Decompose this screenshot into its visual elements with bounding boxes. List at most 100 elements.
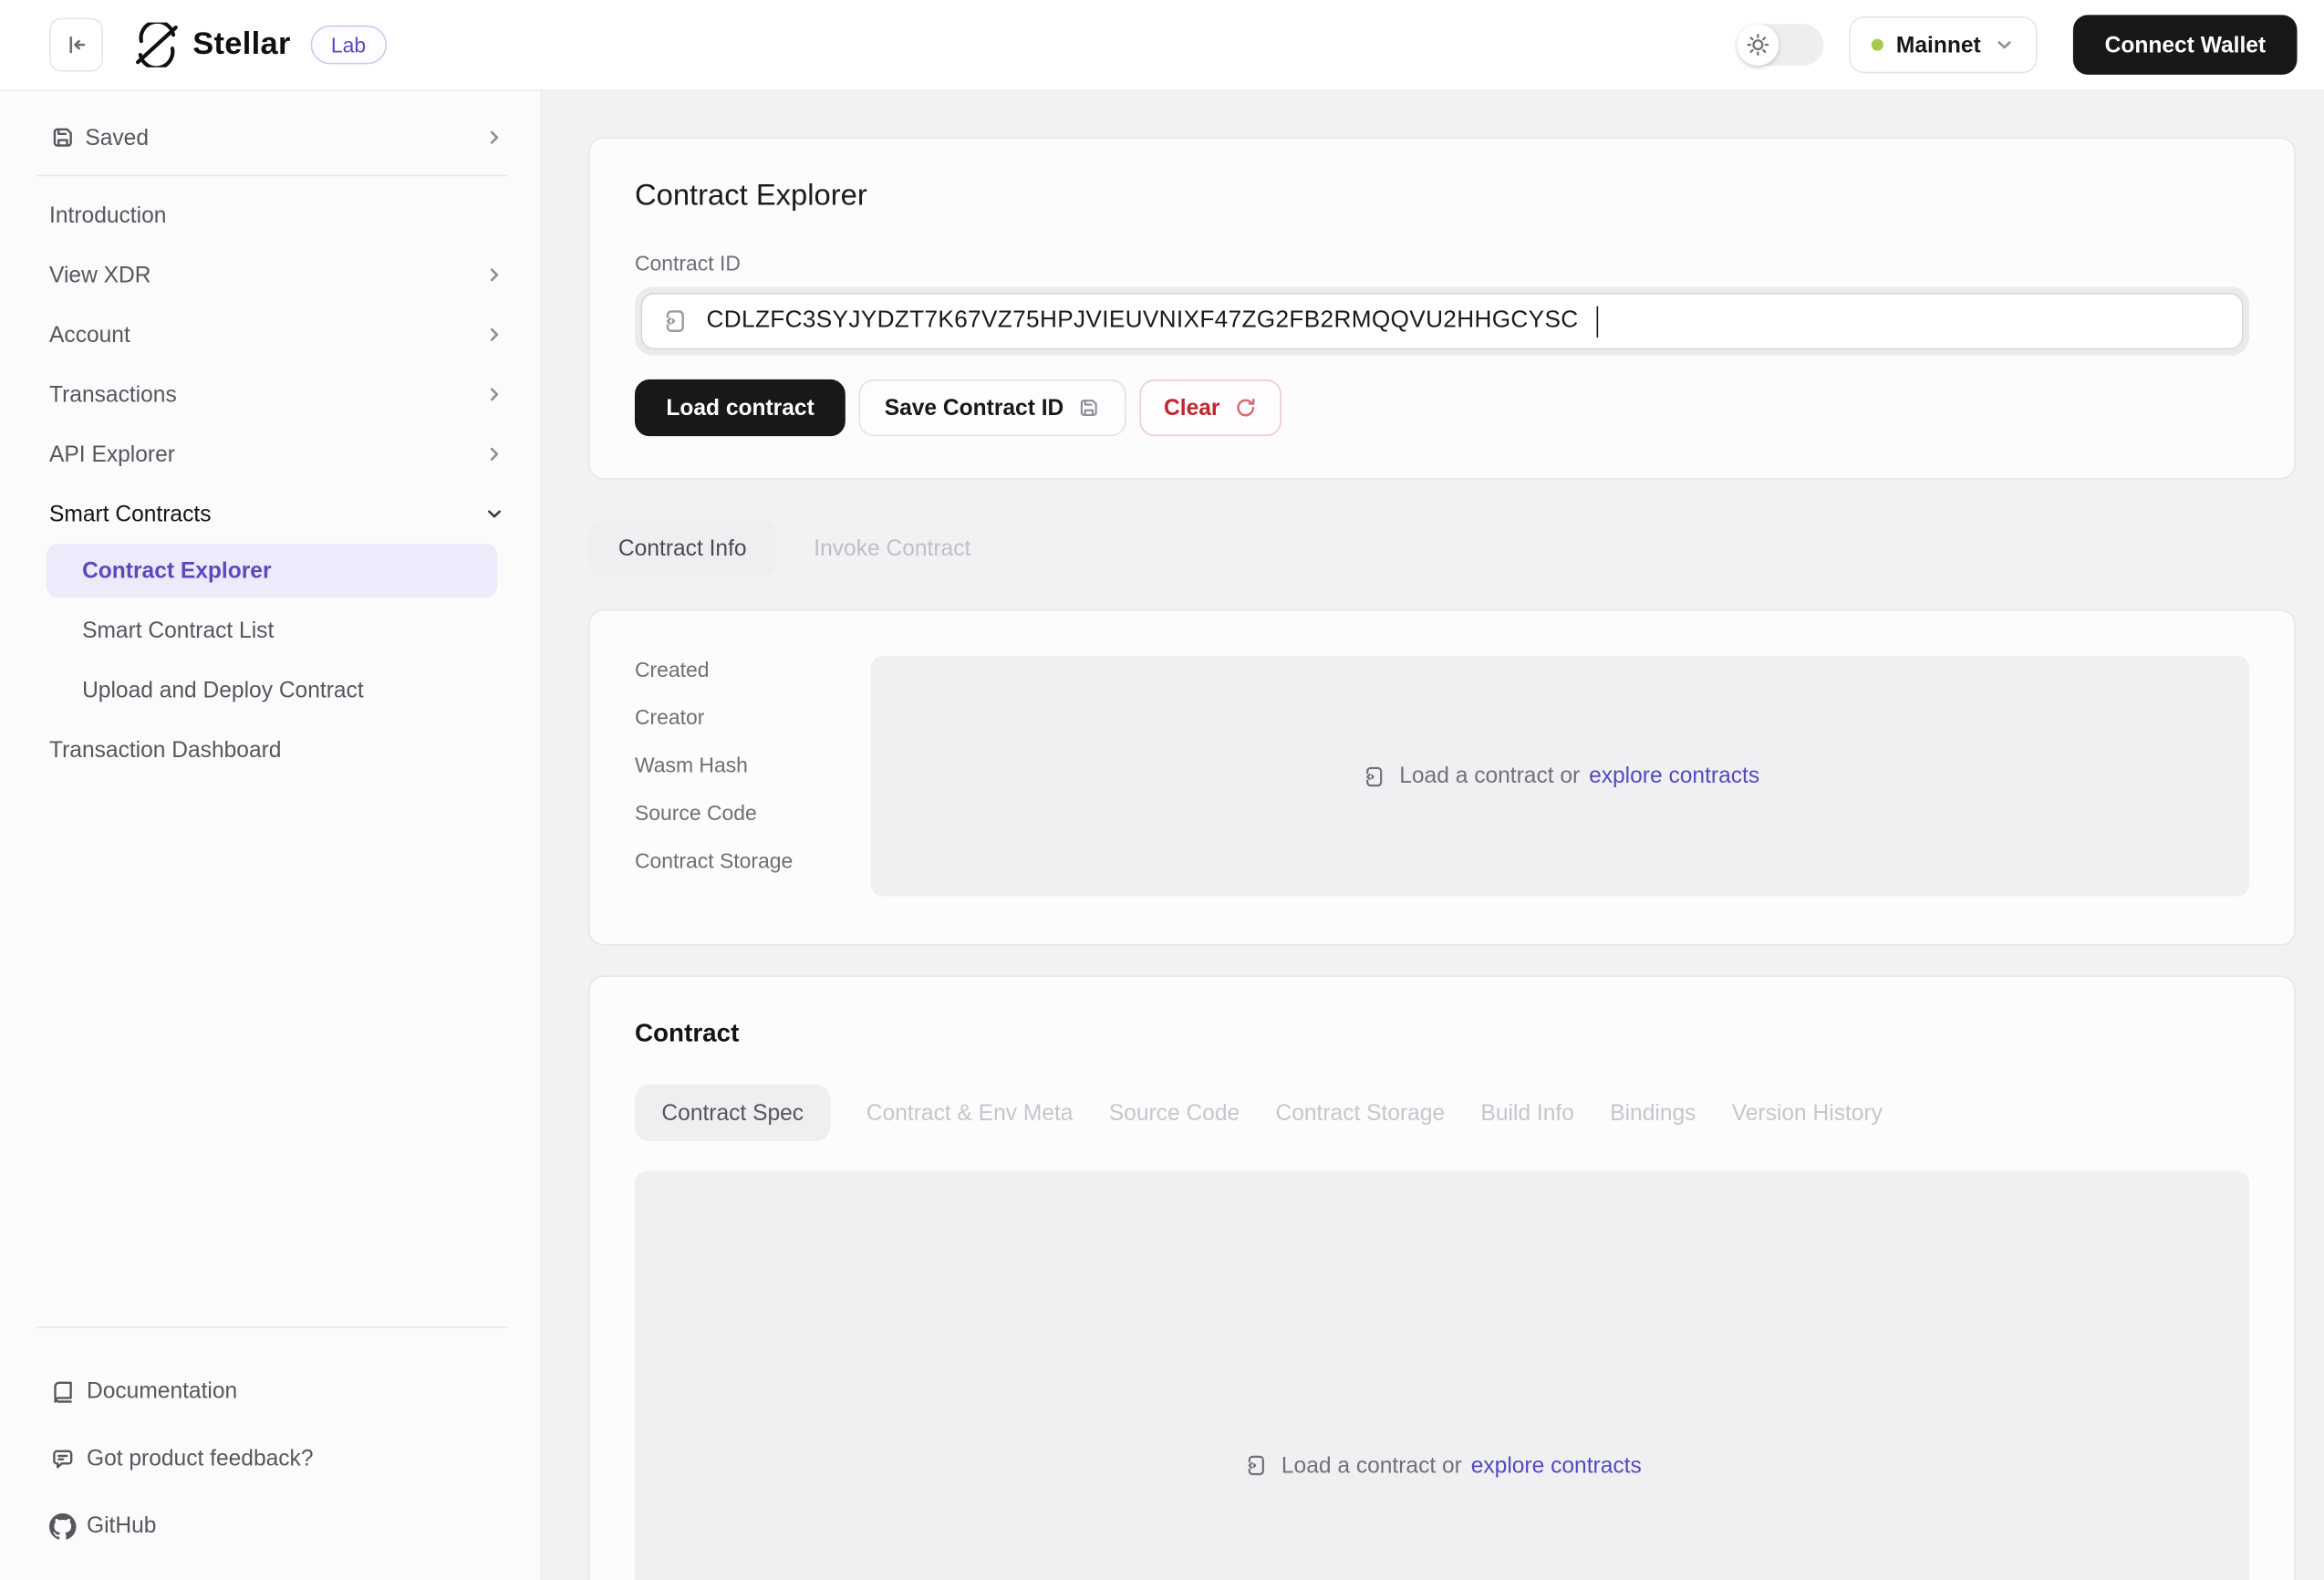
sidebar-item-label: Got product feedback? xyxy=(87,1446,314,1471)
clear-button[interactable]: Clear xyxy=(1140,379,1281,436)
explorer-actions: Load contract Save Contract ID Clear xyxy=(635,379,2249,436)
field-created: Created xyxy=(635,658,871,688)
sidebar-item-transaction-dashboard[interactable]: Transaction Dashboard xyxy=(36,720,507,780)
contract-tabs: Contract Spec Contract & Env Meta Source… xyxy=(635,1085,2249,1141)
sidebar-item-label: Introduction xyxy=(49,203,504,228)
connect-wallet-button[interactable]: Connect Wallet xyxy=(2073,15,2297,75)
load-contract-button[interactable]: Load contract xyxy=(635,379,846,436)
contract-icon xyxy=(1242,1452,1269,1479)
sidebar-item-label: Smart Contracts xyxy=(49,501,484,526)
tab-invoke-contract[interactable]: Invoke Contract xyxy=(811,535,974,561)
tab-label: Invoke Contract xyxy=(814,535,970,561)
network-selector[interactable]: Mainnet xyxy=(1848,16,2037,73)
app-header: Stellar Lab Mainnet xyxy=(0,0,2324,91)
sidebar-item-smart-contracts[interactable]: Smart Contracts xyxy=(36,484,507,545)
sidebar-item-upload-deploy-contract[interactable]: Upload and Deploy Contract xyxy=(36,660,507,721)
contract-explorer-card: Contract Explorer Contract ID CDLZFC3SYJ… xyxy=(588,138,2296,480)
sidebar-item-feedback[interactable]: Got product feedback? xyxy=(36,1425,507,1492)
placeholder-text: Load a contract or xyxy=(1399,764,1580,789)
refresh-icon xyxy=(1233,396,1257,420)
contract-id-value: CDLZFC3SYJYDZT7K67VZ75HPJVIEUVNIXF47ZG2F… xyxy=(707,307,1579,334)
chevron-right-icon xyxy=(484,127,505,148)
tab-label: Source Code xyxy=(1109,1100,1240,1126)
sidebar-item-label: Account xyxy=(49,322,484,348)
sidebar-item-label: Documentation xyxy=(87,1378,237,1404)
contract-id-label: Contract ID xyxy=(635,251,2249,275)
sidebar-item-label: GitHub xyxy=(87,1513,156,1539)
theme-toggle[interactable] xyxy=(1737,24,1823,66)
sidebar-item-github[interactable]: GitHub xyxy=(36,1492,507,1560)
sidebar-item-introduction[interactable]: Introduction xyxy=(36,185,507,245)
brand[interactable]: Stellar xyxy=(134,23,290,68)
sun-icon xyxy=(1746,33,1769,57)
contract-spec-placeholder: Load a contract or explore contracts xyxy=(635,1171,2249,1580)
theme-toggle-thumb xyxy=(1737,24,1779,66)
contract-card-title: Contract xyxy=(635,1019,2249,1049)
sidebar-item-label: Smart Contract List xyxy=(82,618,274,643)
contract-id-input-ring: CDLZFC3SYJYDZT7K67VZ75HPJVIEUVNIXF47ZG2F… xyxy=(635,286,2249,355)
sidebar-item-label: API Explorer xyxy=(49,442,484,467)
contract-info-panel: Created Creator Wasm Hash Source Code Co… xyxy=(588,609,2296,945)
page-title: Contract Explorer xyxy=(635,180,2249,214)
contract-icon xyxy=(660,307,690,337)
tab-contract-env-meta[interactable]: Contract & Env Meta xyxy=(866,1100,1074,1126)
sidebar-item-documentation[interactable]: Documentation xyxy=(36,1358,507,1426)
placeholder-text: Load a contract or xyxy=(1281,1452,1462,1478)
github-icon xyxy=(49,1512,76,1539)
explore-contracts-link[interactable]: explore contracts xyxy=(1471,1452,1642,1478)
chevron-right-icon xyxy=(484,265,505,286)
load-contract-label: Load contract xyxy=(666,395,814,421)
tab-contract-storage[interactable]: Contract Storage xyxy=(1275,1100,1445,1126)
contract-info-placeholder: Load a contract or explore contracts xyxy=(871,656,2249,897)
chevron-right-icon xyxy=(484,324,505,345)
clear-label: Clear xyxy=(1164,395,1219,421)
sidebar-item-label: Saved xyxy=(85,125,474,151)
text-caret xyxy=(1596,306,1598,337)
sidebar-item-contract-explorer[interactable]: Contract Explorer xyxy=(47,544,498,598)
sidebar-item-api-explorer[interactable]: API Explorer xyxy=(36,424,507,484)
network-label: Mainnet xyxy=(1896,32,1981,57)
collapse-sidebar-button[interactable] xyxy=(49,18,103,72)
floppy-icon xyxy=(1077,396,1101,420)
tab-label: Contract & Env Meta xyxy=(866,1100,1074,1126)
tab-source-code[interactable]: Source Code xyxy=(1109,1100,1240,1126)
tab-bindings[interactable]: Bindings xyxy=(1610,1100,1696,1126)
collapse-sidebar-icon xyxy=(64,33,88,57)
field-contract-storage: Contract Storage xyxy=(635,848,871,878)
chevron-down-icon xyxy=(1994,35,2015,56)
explore-contracts-link[interactable]: explore contracts xyxy=(1589,764,1759,789)
sidebar-item-account[interactable]: Account xyxy=(36,305,507,365)
tab-label: Build Info xyxy=(1480,1100,1573,1126)
save-contract-id-button[interactable]: Save Contract ID xyxy=(859,379,1126,436)
sidebar-item-label: Transactions xyxy=(49,381,484,407)
lab-badge: Lab xyxy=(310,26,387,65)
brand-name: Stellar xyxy=(192,26,290,62)
sidebar-item-saved[interactable]: Saved xyxy=(36,109,507,166)
field-source-code: Source Code xyxy=(635,801,871,831)
field-creator: Creator xyxy=(635,705,871,735)
contract-id-input[interactable]: CDLZFC3SYJYDZT7K67VZ75HPJVIEUVNIXF47ZG2F… xyxy=(641,293,2244,349)
tab-version-history[interactable]: Version History xyxy=(1732,1100,1883,1126)
book-icon xyxy=(49,1378,76,1405)
feedback-icon xyxy=(49,1445,76,1471)
sidebar-item-smart-contract-list[interactable]: Smart Contract List xyxy=(36,600,507,660)
sidebar-item-label: View XDR xyxy=(49,262,484,287)
tab-label: Bindings xyxy=(1610,1100,1696,1126)
save-contract-id-label: Save Contract ID xyxy=(885,395,1064,421)
sidebar-footer: Documentation Got product feedback? xyxy=(36,1326,507,1580)
view-tabs: Contract Info Invoke Contract xyxy=(588,520,2296,577)
sidebar-item-view-xdr[interactable]: View XDR xyxy=(36,245,507,306)
tab-contract-spec[interactable]: Contract Spec xyxy=(635,1085,831,1141)
sidebar-item-label: Contract Explorer xyxy=(82,558,271,584)
main-content: Contract Explorer Contract ID CDLZFC3SYJ… xyxy=(542,91,2324,1580)
sidebar-divider xyxy=(36,175,507,177)
tab-label: Contract Spec xyxy=(661,1100,804,1126)
tab-label: Contract Storage xyxy=(1275,1100,1445,1126)
sidebar-item-transactions[interactable]: Transactions xyxy=(36,365,507,425)
sidebar-item-label: Transaction Dashboard xyxy=(49,737,504,763)
tab-contract-info[interactable]: Contract Info xyxy=(588,520,776,577)
tab-build-info[interactable]: Build Info xyxy=(1480,1100,1573,1126)
sidebar-item-label: Upload and Deploy Contract xyxy=(82,678,364,703)
chevron-right-icon xyxy=(484,443,505,464)
stellar-logo-icon xyxy=(134,23,179,68)
